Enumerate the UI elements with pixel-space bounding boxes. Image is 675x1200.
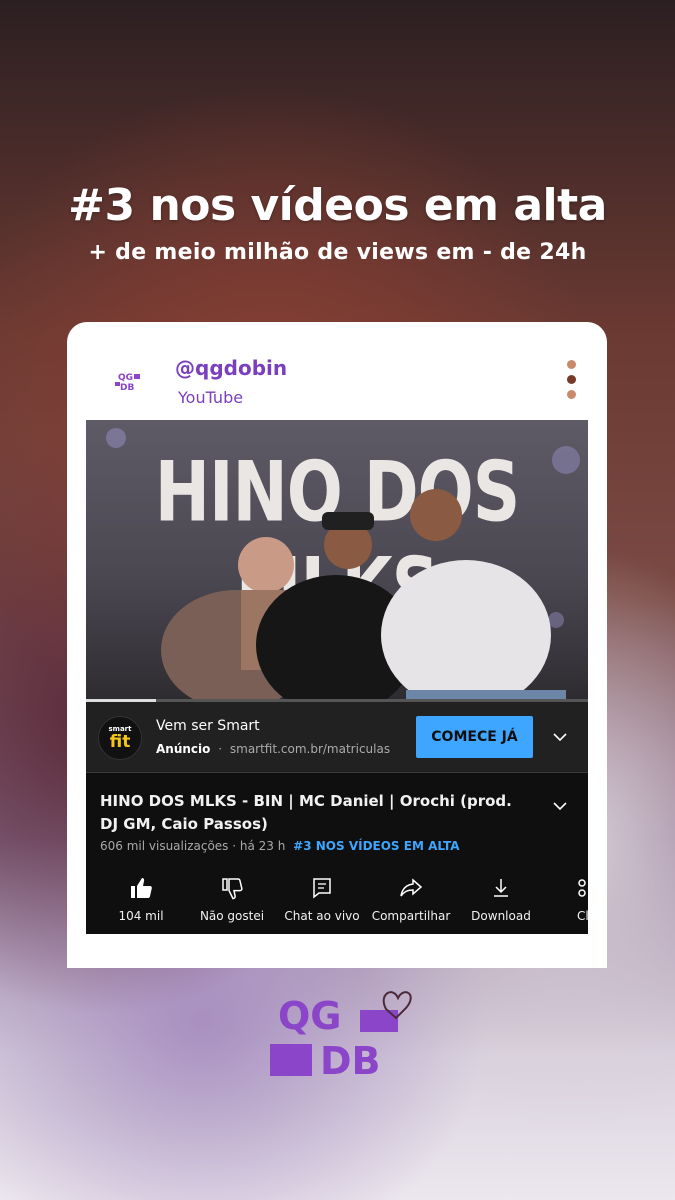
ad-subline: Anúncio · smartfit.com.br/matriculas <box>156 742 390 756</box>
avatar: QG DB <box>115 373 140 392</box>
trending-link[interactable]: #3 NOS VÍDEOS EM ALTA <box>293 839 459 853</box>
thumbs-up-icon <box>131 878 152 898</box>
ad-label: Anúncio <box>156 742 211 756</box>
avatar-text-top: QG <box>118 373 133 383</box>
youtube-screenshot: HINO DOS MLKS <box>86 420 588 934</box>
video-title[interactable]: HINO DOS MLKS - BIN | MC Daniel | Orochi… <box>100 790 530 836</box>
download-icon <box>494 879 508 897</box>
subheadline: + de meio milhão de views em - de 24h <box>88 240 587 265</box>
smartfit-logo: smart fit <box>98 716 142 760</box>
ad-banner[interactable]: smart fit Vem ser Smart Anúncio · smartf… <box>86 702 588 773</box>
live-chat-button[interactable]: Chat ao vivo <box>277 876 367 923</box>
post-header: QG DB @qgdobin YouTube <box>67 322 607 420</box>
chat-icon <box>313 878 331 899</box>
ad-title: Vem ser Smart <box>156 718 260 734</box>
headline: #3 nos vídeos em alta <box>68 180 607 231</box>
like-count: 104 mil <box>118 909 164 923</box>
thumbnail-artists <box>106 428 580 702</box>
description-chevron-down-icon[interactable] <box>552 798 568 814</box>
clip-button[interactable]: Cl <box>544 876 588 923</box>
live-chat-label: Chat ao vivo <box>284 909 360 923</box>
ad-url[interactable]: smartfit.com.br/matriculas <box>230 742 390 756</box>
more-options-icon[interactable] <box>567 360 579 406</box>
post-card: QG DB @qgdobin YouTube HINO DOS MLKS <box>67 322 607 968</box>
dislike-label: Não gostei <box>199 909 265 923</box>
ad-chevron-down-icon[interactable] <box>552 729 568 745</box>
action-bar: 104 mil Não gostei Chat ao vivo Comparti… <box>86 870 588 934</box>
brand-line2: DB <box>320 1039 381 1083</box>
share-button[interactable]: Compartilhar <box>366 876 456 923</box>
video-meta: 606 mil visualizações · há 23 h #3 NOS V… <box>100 839 460 853</box>
clip-label: Cl <box>577 909 588 923</box>
ad-logo-main: fit <box>109 732 131 752</box>
platform-label: YouTube <box>178 388 244 407</box>
download-button[interactable]: Download <box>456 876 546 923</box>
video-thumbnail[interactable]: HINO DOS MLKS <box>86 420 588 702</box>
qgdb-brand-logo: QG DB <box>270 991 412 1083</box>
thumbs-down-icon <box>222 878 243 900</box>
like-button[interactable]: 104 mil <box>96 876 186 923</box>
ad-separator: · <box>218 742 223 756</box>
ad-cta-button[interactable]: COMECE JÁ <box>416 716 533 758</box>
share-label: Compartilhar <box>371 909 451 923</box>
brand-line1: QG <box>278 994 342 1038</box>
account-handle[interactable]: @qgdobin <box>175 356 287 380</box>
dislike-button[interactable]: Não gostei <box>187 876 277 923</box>
download-label: Download <box>471 909 531 923</box>
clip-icon <box>578 879 586 897</box>
share-icon <box>400 878 423 897</box>
view-count: 606 mil visualizações · há 23 h <box>100 839 286 853</box>
avatar-text-bottom: DB <box>120 383 134 392</box>
